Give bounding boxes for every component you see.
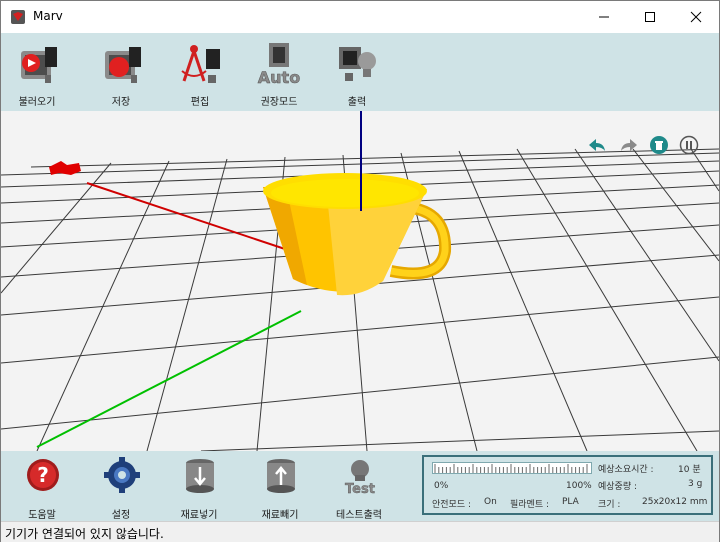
settings-button[interactable]: 설정	[85, 451, 157, 521]
y-axis-line	[36, 310, 302, 448]
unload-filament-label: 재료빼기	[261, 510, 299, 521]
estimated-weight-value: 3 g	[688, 479, 703, 489]
maximize-button[interactable]	[627, 1, 673, 33]
svg-text:Test: Test	[345, 482, 375, 497]
window-title: Marv	[33, 9, 63, 23]
help-icon: ?	[27, 459, 59, 491]
svg-text:?: ?	[37, 463, 49, 487]
connection-status-text: 기기가 연결되어 있지 않습니다.	[5, 527, 164, 541]
close-button[interactable]	[673, 1, 719, 33]
estimated-time-value: 10 분	[678, 465, 701, 475]
3d-scene	[1, 111, 719, 451]
app-logo-icon	[11, 10, 25, 24]
edit-compass-icon	[181, 45, 220, 83]
edit-label: 편집	[190, 97, 210, 108]
estimated-time-label: 예상소요시간 :	[598, 465, 654, 475]
edit-button[interactable]: 편집	[164, 33, 236, 111]
open-button[interactable]: 불러오기	[1, 33, 73, 111]
size-value: 25x20x12 mm	[642, 497, 708, 507]
redo-icon[interactable]	[619, 135, 639, 155]
save-label: 저장	[111, 97, 131, 108]
progress-ticks	[434, 464, 588, 473]
gear-icon	[104, 457, 140, 493]
maximize-icon	[645, 12, 655, 22]
help-button[interactable]: ? 도움말	[6, 451, 78, 521]
title-bar: Marv	[1, 1, 719, 33]
unload-filament-button[interactable]: 재료빼기	[244, 451, 316, 521]
load-filament-button[interactable]: 재료넣기	[163, 451, 235, 521]
print-label: 출력	[347, 97, 367, 108]
open-file-icon	[21, 47, 57, 83]
size-label: 크기 :	[598, 500, 621, 510]
recommended-mode-button[interactable]: Auto 권장모드	[243, 33, 315, 111]
settings-label: 설정	[111, 510, 131, 521]
recommended-mode-label: 권장모드	[260, 97, 298, 108]
test-print-label: 테스트출력	[336, 510, 382, 521]
progress-ruler	[432, 462, 592, 474]
estimated-weight-label: 예상중량 :	[598, 482, 638, 492]
help-label: 도움말	[28, 510, 56, 521]
delete-icon[interactable]	[649, 135, 669, 155]
safe-mode-value: On	[484, 497, 497, 507]
app-window: Marv 불러오기 저장 편집 Auto 권장모드 출력 ? 도움말 설정 재료…	[0, 0, 720, 542]
minimize-icon	[599, 16, 609, 18]
filament-spool-in-icon	[186, 459, 214, 493]
print-button[interactable]: 출력	[321, 33, 393, 111]
test-print-button[interactable]: Test 테스트출력	[323, 451, 395, 521]
filament-label: 필라멘트 :	[510, 500, 550, 510]
auto-mode-icon: Auto	[258, 43, 300, 87]
save-button[interactable]: 저장	[85, 33, 157, 111]
filament-spool-out-icon	[267, 459, 295, 493]
origin-marker	[49, 161, 81, 175]
print-bulb-icon	[339, 47, 376, 81]
bottom-toolbar: ? 도움말 설정 재료넣기 재료빼기 Test 테스트출력 0% 100% 안전…	[1, 451, 719, 521]
test-print-icon: Test	[345, 460, 375, 497]
main-toolbar: 불러오기 저장 편집 Auto 권장모드 출력	[1, 33, 719, 111]
close-icon	[690, 11, 702, 23]
status-bar: 기기가 연결되어 있지 않습니다.	[1, 521, 719, 542]
print-info-panel: 0% 100% 안전모드 : On 필라멘트 : PLA 예상소요시간 : 10…	[422, 455, 713, 515]
open-label: 불러오기	[18, 97, 56, 108]
cup-model[interactable]	[263, 173, 452, 296]
minimize-button[interactable]	[581, 1, 627, 33]
3d-viewport[interactable]	[1, 111, 719, 451]
progress-min-label: 0%	[434, 481, 449, 491]
filament-value: PLA	[562, 497, 579, 507]
safe-mode-label: 안전모드 :	[432, 500, 472, 510]
svg-text:Auto: Auto	[258, 68, 300, 87]
load-filament-label: 재료넣기	[180, 510, 218, 521]
undo-icon[interactable]	[587, 135, 607, 155]
save-icon	[105, 47, 141, 83]
pause-icon[interactable]	[679, 135, 699, 155]
progress-max-label: 100%	[566, 481, 592, 491]
